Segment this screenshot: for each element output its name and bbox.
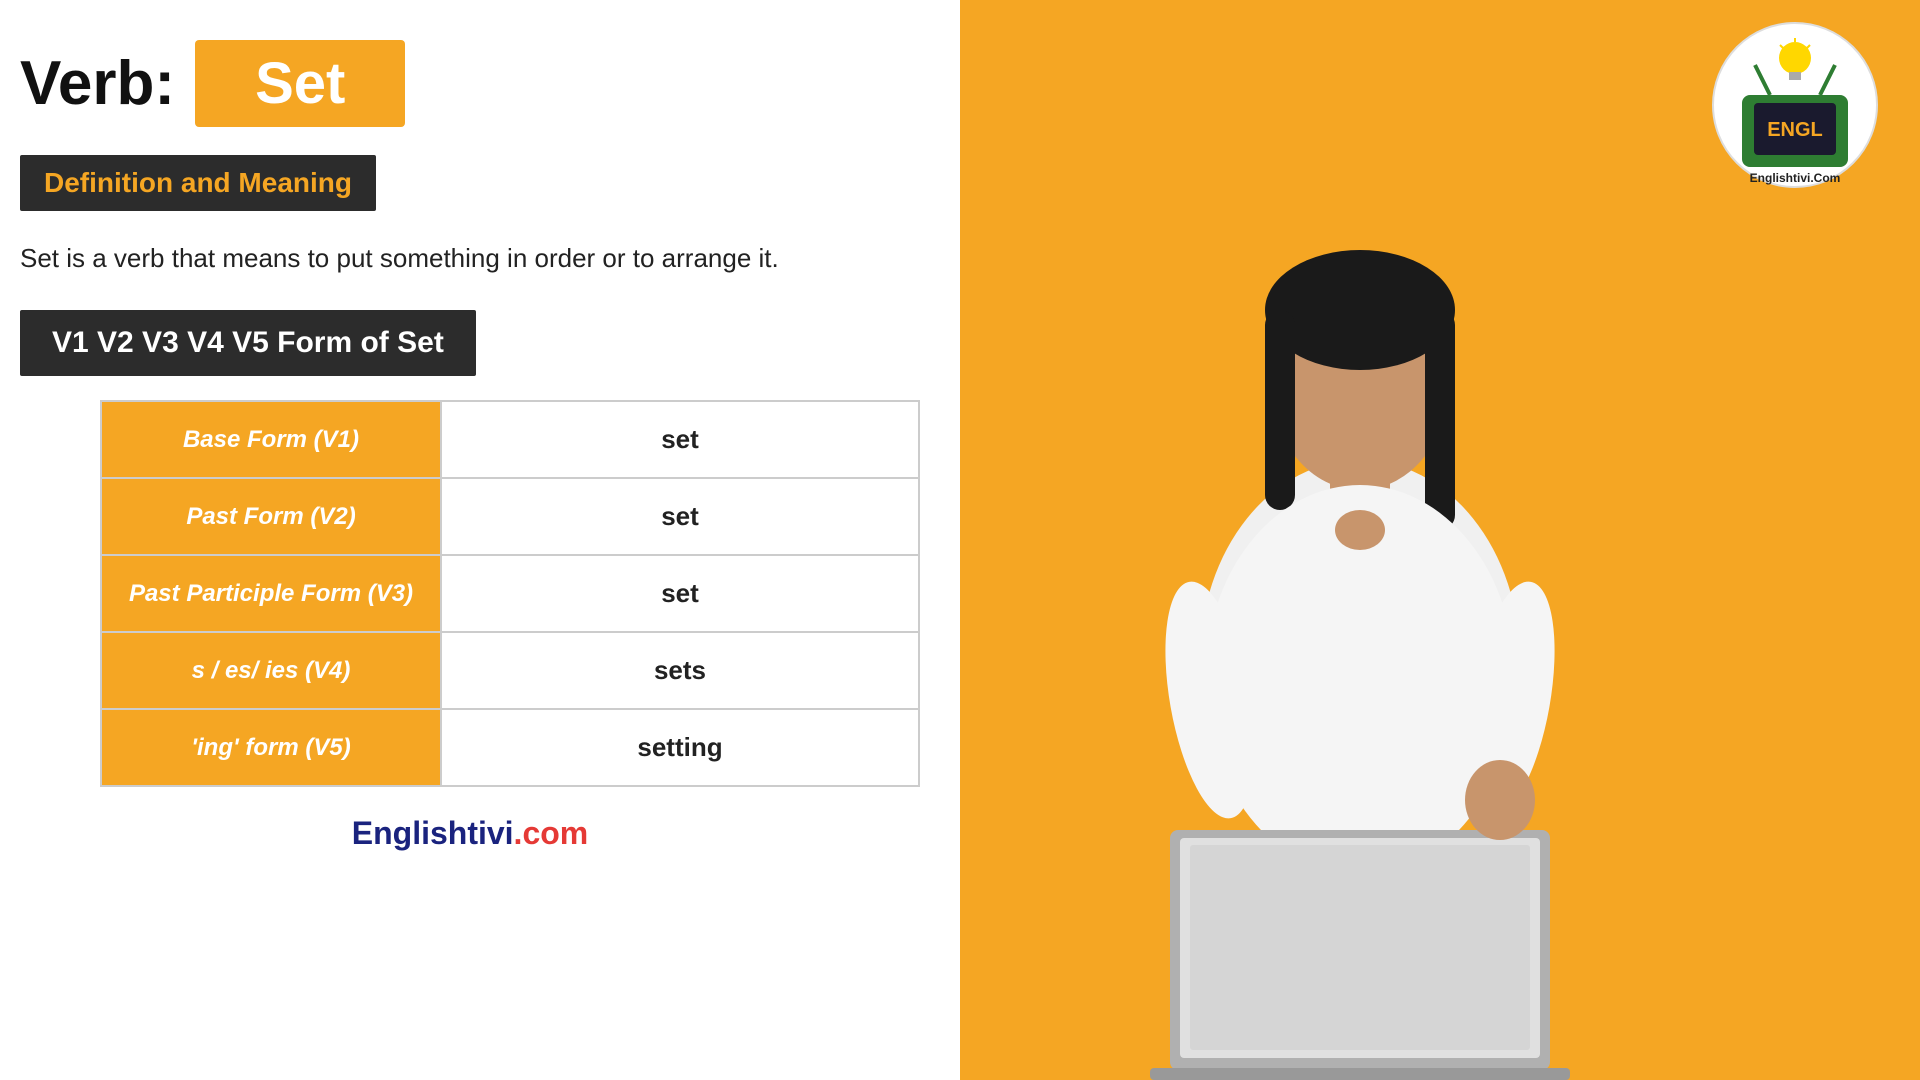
table-value-3: sets: [441, 632, 919, 709]
table-row: Base Form (V1)set: [101, 401, 919, 478]
right-panel: ENGL Englishtivi.Com: [960, 0, 1920, 1080]
v-forms-banner: V1 V2 V3 V4 V5 Form of Set: [20, 310, 476, 376]
table-value-4: setting: [441, 709, 919, 786]
footer-brand-blue: Englishtivi: [352, 815, 514, 851]
definition-paragraph: Set is a verb that means to put somethin…: [20, 239, 920, 278]
person-image: [1010, 180, 1710, 1080]
table-label-3: s / es/ ies (V4): [101, 632, 441, 709]
table-value-0: set: [441, 401, 919, 478]
table-label-4: 'ing' form (V5): [101, 709, 441, 786]
table-label-0: Base Form (V1): [101, 401, 441, 478]
definition-banner: Definition and Meaning: [20, 155, 376, 211]
svg-text:Englishtivi.Com: Englishtivi.Com: [1750, 171, 1841, 185]
table-row: 'ing' form (V5)setting: [101, 709, 919, 786]
table-row: Past Form (V2)set: [101, 478, 919, 555]
logo-wrapper: ENGL Englishtivi.Com: [1710, 20, 1880, 190]
verb-word-box: Set: [195, 40, 405, 127]
logo-svg: ENGL Englishtivi.Com: [1710, 20, 1880, 190]
v-forms-banner-text: V1 V2 V3 V4 V5 Form of Set: [52, 326, 444, 359]
verb-forms-table: Base Form (V1)setPast Form (V2)setPast P…: [100, 400, 920, 787]
definition-banner-text: Definition and Meaning: [44, 167, 352, 198]
verb-title-row: Verb: Set: [20, 40, 920, 127]
table-label-2: Past Participle Form (V3): [101, 555, 441, 632]
table-row: Past Participle Form (V3)set: [101, 555, 919, 632]
content-area: Verb: Set Definition and Meaning Set is …: [0, 0, 960, 1080]
table-row: s / es/ ies (V4)sets: [101, 632, 919, 709]
table-value-2: set: [441, 555, 919, 632]
svg-text:ENGL: ENGL: [1767, 119, 1823, 141]
person-svg: [1010, 180, 1710, 1080]
table-value-1: set: [441, 478, 919, 555]
verb-word-text: Set: [255, 51, 345, 116]
verb-prefix-label: Verb:: [20, 48, 175, 119]
table-label-1: Past Form (V2): [101, 478, 441, 555]
footer-brand-red: .com: [514, 815, 589, 851]
footer-brand: Englishtivi.com: [20, 815, 920, 852]
